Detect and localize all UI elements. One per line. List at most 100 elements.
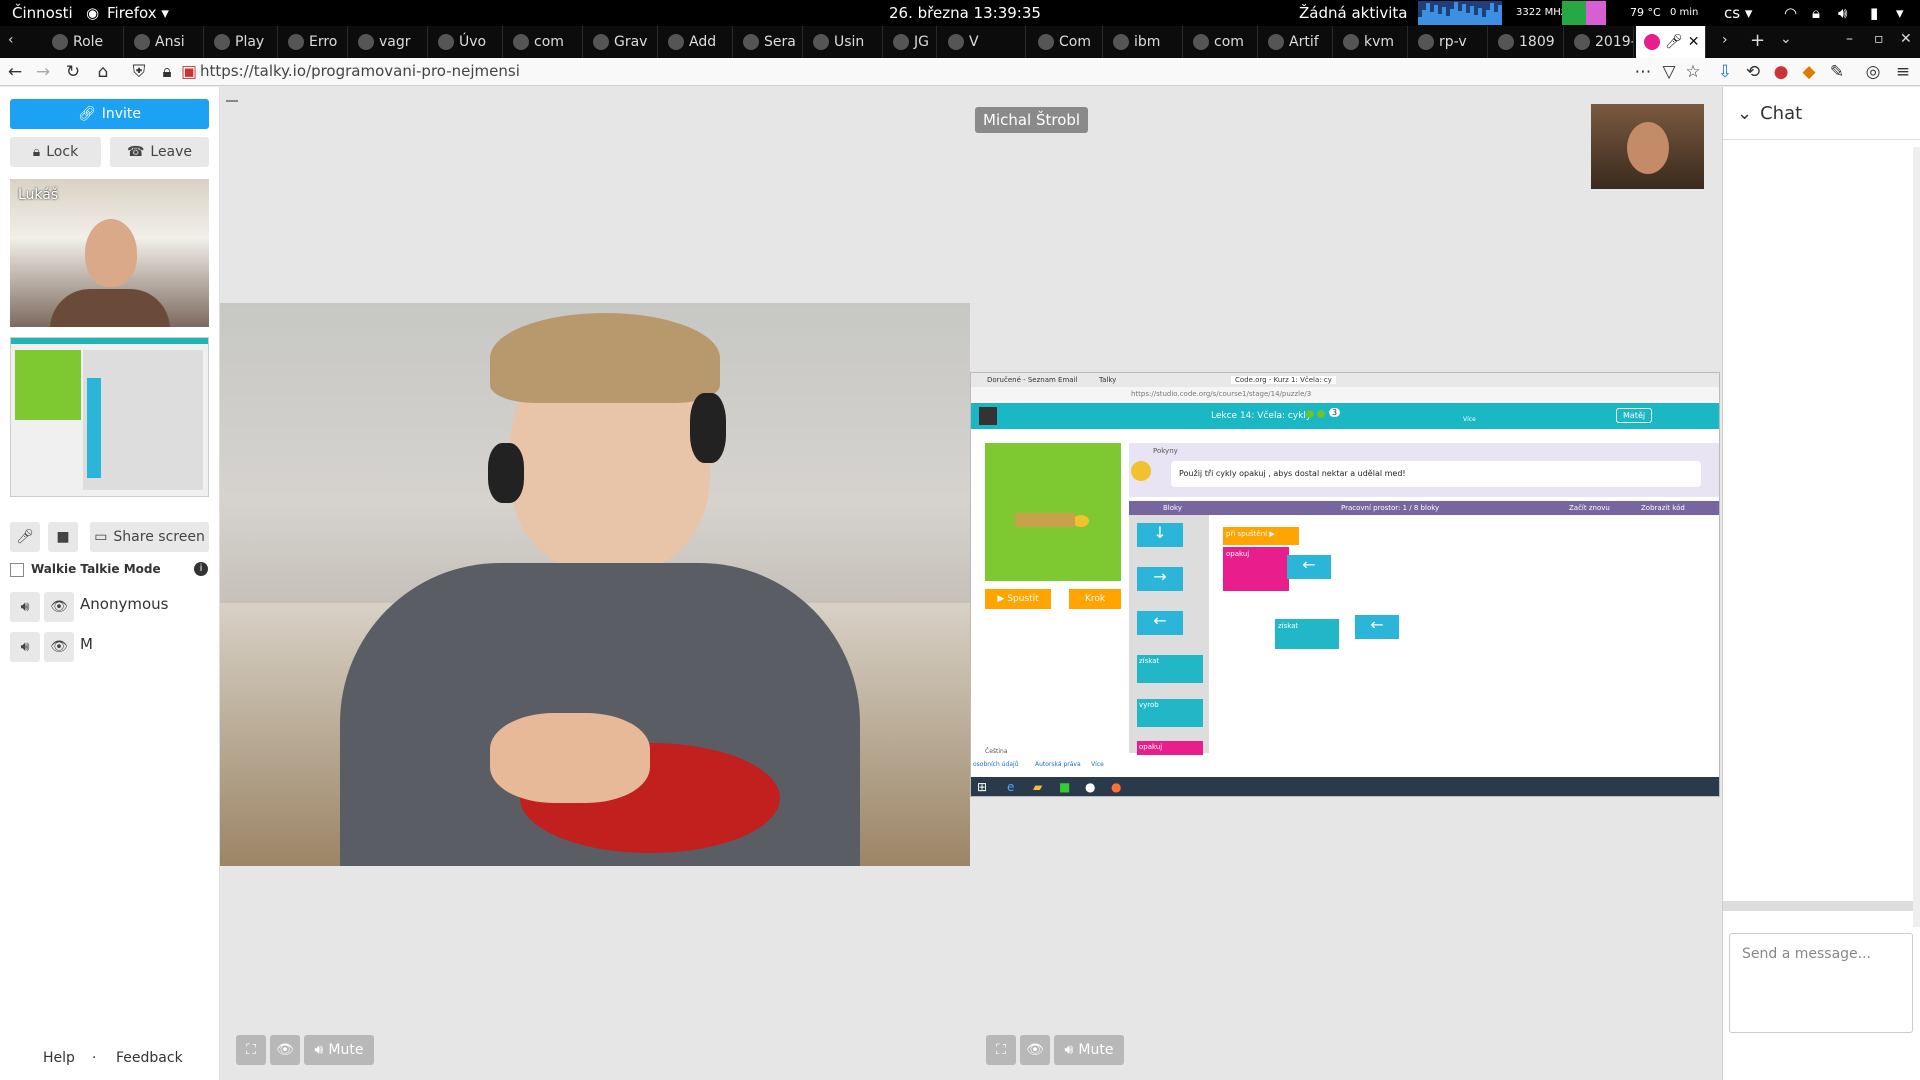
activity-status[interactable]: Žádná aktivita [1299, 4, 1408, 22]
chat-scrollbar[interactable] [1913, 147, 1920, 927]
help-link[interactable]: Help [43, 1050, 75, 1066]
browser-tab[interactable]: 2019-2 [1566, 26, 1634, 58]
participant-visibility-button[interactable]: 👁︎ [44, 632, 74, 662]
forward-icon[interactable]: → [32, 61, 54, 83]
camera-permission-icon[interactable]: ▣ [178, 61, 200, 83]
minimize-icon[interactable]: – [1846, 31, 1853, 47]
history-icon[interactable]: ⟲ [1742, 61, 1764, 83]
tab-favicon-icon [1343, 34, 1359, 50]
browser-tab[interactable]: kvm [1335, 26, 1408, 58]
browser-tab[interactable]: com [505, 26, 583, 58]
browser-tab[interactable]: Erro [280, 26, 348, 58]
bookmark-star-icon[interactable]: ☆ [1682, 61, 1704, 83]
browser-tab[interactable]: Add [660, 26, 733, 58]
url-bar[interactable]: https://talky.io/programovani-pro-nejmen… [200, 62, 520, 80]
battery-icon[interactable]: ▮ [1870, 4, 1878, 22]
mute-button[interactable]: 🔊︎ Mute [304, 1035, 374, 1065]
fullscreen-button[interactable]: ⛶ [986, 1035, 1016, 1065]
participant-volume-button[interactable]: 🔊︎ [10, 632, 40, 662]
self-camera-preview[interactable] [1591, 104, 1704, 189]
tab-scroll-left-icon[interactable]: ‹ [8, 32, 14, 48]
tab-label: 1809 [1519, 34, 1555, 50]
clock[interactable]: 26. března 13:39:35 [889, 4, 1041, 22]
browser-tab[interactable]: Role [44, 26, 124, 58]
reload-icon[interactable]: ↻ [62, 61, 84, 83]
extension-2-icon[interactable]: ✎ [1826, 61, 1848, 83]
browser-tab[interactable]: Úvo [430, 26, 503, 58]
browser-tab[interactable]: ibm [1105, 26, 1183, 58]
shield-icon[interactable]: ⛨ [128, 61, 150, 83]
browser-tab[interactable]: vagr [350, 26, 428, 58]
lock-icon[interactable]: 🔒︎ [1812, 4, 1820, 22]
downloads-icon[interactable]: ⇩ [1714, 61, 1736, 83]
fullscreen-button[interactable]: ⛶ [236, 1035, 266, 1065]
browser-tab[interactable]: rp-v [1410, 26, 1488, 58]
back-icon[interactable]: ← [4, 61, 26, 83]
new-tab-icon[interactable]: + [1750, 30, 1765, 51]
extension-icon[interactable]: ◆ [1798, 61, 1820, 83]
app-menu[interactable]: Firefox ▾ [107, 4, 169, 22]
child-hair [490, 313, 720, 403]
tab-list-icon[interactable]: ⌄ [1780, 31, 1792, 47]
browser-tab[interactable]: V [940, 26, 1026, 58]
volume-icon[interactable]: 🔊︎ [1838, 4, 1847, 22]
browser-tab[interactable]: Play [206, 26, 278, 58]
browser-tab[interactable]: Com [1030, 26, 1103, 58]
message-input[interactable]: Send a message... [1729, 933, 1913, 1033]
visibility-button[interactable]: 👁︎ [1020, 1035, 1050, 1065]
child-video-feed[interactable] [220, 303, 970, 866]
leave-button[interactable]: ☎︎ Leave [110, 137, 209, 167]
walkie-talkie-checkbox[interactable] [10, 563, 24, 577]
peer-video-lukas[interactable]: Lukáš [10, 179, 209, 327]
home-icon[interactable]: ⌂ [92, 61, 114, 83]
page-actions-icon[interactable]: ⋯ [1632, 61, 1654, 83]
participant-volume-button[interactable]: 🔊︎ [10, 592, 40, 622]
tab-label: Erro [309, 34, 338, 50]
info-icon[interactable]: i [194, 562, 208, 576]
window-close-icon[interactable]: ✕ [1900, 31, 1912, 47]
browser-tab[interactable]: Ansi [126, 26, 204, 58]
tab-label: com [1214, 34, 1244, 50]
repeat-block: opakuj [1137, 741, 1203, 755]
browser-tab[interactable]: Artif [1260, 26, 1333, 58]
power-menu-icon[interactable]: ▾ [1896, 4, 1904, 22]
browser-tab[interactable]: Usin [805, 26, 883, 58]
browser-tab[interactable]: 1809 [1490, 26, 1564, 58]
wifi-icon[interactable]: ◠ [1784, 4, 1797, 22]
tab-talky-active[interactable]: 🎤︎ ✕ [1636, 26, 1706, 58]
feedback-link[interactable]: Feedback [116, 1050, 183, 1066]
microphone-button[interactable]: 🎤︎ [10, 522, 40, 552]
adblock-icon[interactable]: ● [1770, 61, 1792, 83]
shared-screen[interactable]: Doručené - Seznam Email Talky Code.org -… [970, 372, 1720, 797]
account-icon[interactable]: ◎ [1862, 61, 1884, 83]
store-icon: ■ [1059, 780, 1071, 794]
monitor-icon: ▭ [94, 529, 108, 545]
chat-toggle[interactable]: ⌄ Chat [1737, 103, 1802, 124]
hamburger-menu-icon[interactable]: ≡ [1892, 61, 1914, 83]
maximize-icon[interactable]: ▫ [1874, 31, 1884, 47]
participant-visibility-button[interactable]: 👁︎ [44, 592, 74, 622]
browser-tab[interactable]: JG [885, 26, 937, 58]
share-screen-button[interactable]: ▭ Share screen [90, 522, 209, 552]
browser-tab[interactable]: com [1185, 26, 1258, 58]
padlock-icon[interactable]: 🔒︎ [156, 61, 178, 83]
hp-icon: ● [1085, 780, 1096, 794]
browser-tab[interactable]: Grav [585, 26, 658, 58]
chat-horizontal-scrollbar[interactable] [1723, 901, 1913, 911]
camera-button[interactable]: ■ [48, 522, 78, 552]
mute-button[interactable]: 🔊︎ Mute [1054, 1035, 1124, 1065]
lock-button[interactable]: 🔒︎ Lock [10, 137, 101, 167]
language-indicator[interactable]: cs ▾ [1724, 4, 1752, 22]
eye-icon: 👁︎ [1026, 1042, 1044, 1058]
visibility-button[interactable]: 👁︎ [270, 1035, 300, 1065]
invite-button[interactable]: 🔗︎ Invite [10, 99, 209, 129]
collapse-handle[interactable] [226, 100, 238, 102]
pocket-icon[interactable]: ▽ [1658, 61, 1680, 83]
activities-button[interactable]: Činnosti [12, 4, 73, 22]
screen-share-thumbnail[interactable] [10, 337, 209, 497]
tab-label: rp-v [1439, 34, 1467, 50]
participant-name: M [80, 635, 93, 653]
tab-scroll-right-icon[interactable]: › [1722, 32, 1728, 48]
browser-tab[interactable]: Sera [735, 26, 803, 58]
close-tab-icon[interactable]: ✕ [1688, 34, 1700, 50]
